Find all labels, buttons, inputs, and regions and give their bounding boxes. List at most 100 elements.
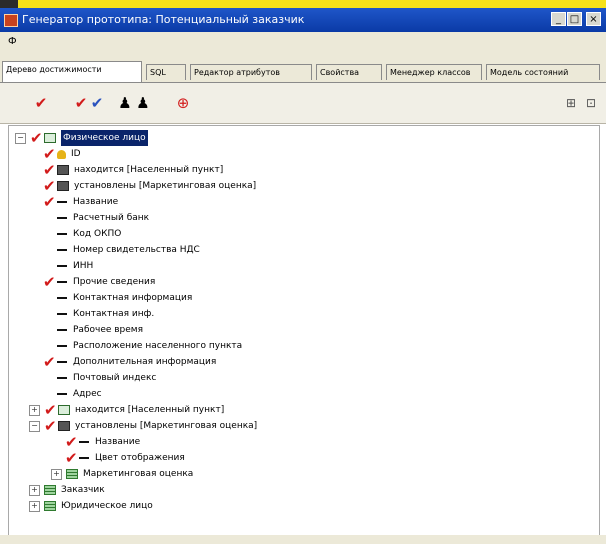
tree-node[interactable]: ✔ Цвет отображения bbox=[65, 450, 185, 466]
tab-state-model[interactable]: Модель состояний bbox=[486, 64, 600, 80]
check-icon[interactable]: ✔ bbox=[30, 93, 52, 113]
check-icon: ✔ bbox=[30, 129, 43, 147]
tree-label: Маркетинговая оценка bbox=[83, 469, 194, 479]
tree-node[interactable]: ✔ ID bbox=[43, 146, 81, 162]
entity-icon bbox=[58, 405, 70, 415]
attribute-icon bbox=[57, 265, 67, 267]
tree-node[interactable]: Почтовый индекс bbox=[57, 370, 156, 386]
tab-sql[interactable]: SQL bbox=[146, 64, 186, 80]
symbol-icon[interactable]: ⊕ bbox=[172, 93, 194, 113]
attribute-icon bbox=[57, 377, 67, 379]
attribute-icon bbox=[57, 361, 67, 363]
banner-block bbox=[0, 0, 18, 8]
entity-icon bbox=[44, 133, 56, 143]
tree-label: ИНН bbox=[73, 261, 94, 271]
tab-strip: Дерево достижимости SQL Редактор атрибут… bbox=[0, 54, 606, 83]
tree-node[interactable]: − ✔ Физическое лицо bbox=[15, 130, 148, 146]
tree-node[interactable]: Расчетный банк bbox=[57, 210, 149, 226]
tree-label: Физическое лицо bbox=[61, 130, 148, 146]
tree-node[interactable]: Расположение населенного пункта bbox=[57, 338, 242, 354]
attribute-icon bbox=[57, 217, 67, 219]
tree-node[interactable]: ✔ находится [Населенный пункт] bbox=[43, 162, 223, 178]
tree-node[interactable]: ✔ Название bbox=[43, 194, 118, 210]
view-icon[interactable]: ⊡ bbox=[580, 93, 602, 113]
tree-node[interactable]: ✔ установлены [Маркетинговая оценка] bbox=[43, 178, 256, 194]
tree-node[interactable]: − ✔ установлены [Маркетинговая оценка] bbox=[29, 418, 257, 434]
tree-node[interactable]: Контактная информация bbox=[57, 290, 192, 306]
tree-node[interactable]: ✔ Название bbox=[65, 434, 140, 450]
check-icon: ✔ bbox=[65, 433, 78, 451]
tab-properties[interactable]: Свойства bbox=[316, 64, 382, 80]
tree-label: ID bbox=[71, 149, 81, 159]
window-title: Генератор прототипа: Потенциальный заказ… bbox=[22, 13, 305, 26]
attribute-icon bbox=[79, 441, 89, 443]
table-icon bbox=[66, 469, 78, 479]
attribute-icon bbox=[57, 233, 67, 235]
tree-label: Название bbox=[95, 437, 141, 447]
tree-label: Название bbox=[73, 197, 119, 207]
expand-icon[interactable]: + bbox=[51, 468, 62, 480]
attribute-icon bbox=[57, 329, 67, 331]
tree-label: Контактная инф. bbox=[73, 309, 155, 319]
top-banner bbox=[0, 0, 606, 8]
attribute-icon bbox=[57, 393, 67, 395]
minimize-button[interactable]: _ bbox=[551, 12, 566, 26]
toolbar: ✔ ✔ ✔ ♟ ♟ ⊕ ⊞ ⊡ bbox=[0, 83, 606, 124]
tree-node[interactable]: ИНН bbox=[57, 258, 93, 274]
tree-node[interactable]: + Юридическое лицо bbox=[29, 498, 153, 514]
tab-reachability-tree[interactable]: Дерево достижимости bbox=[2, 61, 142, 82]
tree-label: Прочие сведения bbox=[73, 277, 156, 287]
expand-icon[interactable]: + bbox=[29, 500, 40, 512]
view-icon[interactable]: ⊞ bbox=[560, 93, 582, 113]
title-bar: Генератор прототипа: Потенциальный заказ… bbox=[0, 8, 606, 32]
expand-icon[interactable]: + bbox=[29, 404, 40, 416]
app-icon bbox=[4, 14, 18, 27]
attribute-icon bbox=[79, 457, 89, 459]
double-check-icon[interactable]: ✔ bbox=[86, 93, 108, 113]
person-icon[interactable]: ♟ bbox=[132, 93, 154, 113]
maximize-button[interactable]: □ bbox=[567, 12, 582, 26]
tree-node[interactable]: + ✔ находится [Населенный пункт] bbox=[29, 402, 224, 418]
tree-label: Адрес bbox=[73, 389, 102, 399]
tree-label: Рабочее время bbox=[73, 325, 144, 335]
attribute-icon bbox=[57, 249, 67, 251]
tab-class-manager[interactable]: Менеджер классов bbox=[386, 64, 482, 80]
attribute-icon bbox=[57, 297, 67, 299]
tree-label: находится [Населенный пункт] bbox=[75, 405, 225, 415]
tree-node[interactable]: ✔ Дополнительная информация bbox=[43, 354, 216, 370]
tree-node[interactable]: Код ОКПО bbox=[57, 226, 121, 242]
menu-item[interactable]: Ф bbox=[8, 36, 17, 47]
expand-icon[interactable]: + bbox=[29, 484, 40, 496]
tree-node[interactable]: Номер свидетельства НДС bbox=[57, 242, 200, 258]
collapse-icon[interactable]: − bbox=[15, 132, 26, 144]
tree-label: Расчетный банк bbox=[73, 213, 150, 223]
relation-icon bbox=[58, 421, 70, 431]
tree-node[interactable]: Адрес bbox=[57, 386, 102, 402]
tree-node[interactable]: ✔ Прочие сведения bbox=[43, 274, 155, 290]
tree-label: Номер свидетельства НДС bbox=[73, 245, 200, 255]
tree-label: Юридическое лицо bbox=[61, 501, 153, 511]
check-icon: ✔ bbox=[43, 145, 56, 163]
tree-node[interactable]: Рабочее время bbox=[57, 322, 143, 338]
tree-label: Дополнительная информация bbox=[73, 357, 217, 367]
tree-label: установлены [Маркетинговая оценка] bbox=[74, 181, 257, 191]
check-icon: ✔ bbox=[43, 193, 56, 211]
tab-attribute-editor[interactable]: Редактор атрибутов bbox=[190, 64, 312, 80]
tree-label: Почтовый индекс bbox=[73, 373, 157, 383]
tree-label: Заказчик bbox=[61, 485, 105, 495]
tree-node[interactable]: + Заказчик bbox=[29, 482, 105, 498]
check-icon: ✔ bbox=[44, 401, 57, 419]
attribute-icon bbox=[57, 281, 67, 283]
reachability-tree: − ✔ Физическое лицо ✔ ID ✔ находится [На… bbox=[8, 125, 600, 537]
tree-label: Расположение населенного пункта bbox=[73, 341, 243, 351]
tree-node[interactable]: Контактная инф. bbox=[57, 306, 154, 322]
check-icon: ✔ bbox=[65, 449, 78, 467]
check-icon: ✔ bbox=[43, 161, 56, 179]
close-button[interactable]: × bbox=[586, 12, 601, 26]
tree-label: установлены [Маркетинговая оценка] bbox=[75, 421, 258, 431]
collapse-icon[interactable]: − bbox=[29, 420, 40, 432]
tree-node[interactable]: + Маркетинговая оценка bbox=[51, 466, 193, 482]
attribute-icon bbox=[57, 313, 67, 315]
table-icon bbox=[44, 485, 56, 495]
attribute-icon bbox=[57, 345, 67, 347]
